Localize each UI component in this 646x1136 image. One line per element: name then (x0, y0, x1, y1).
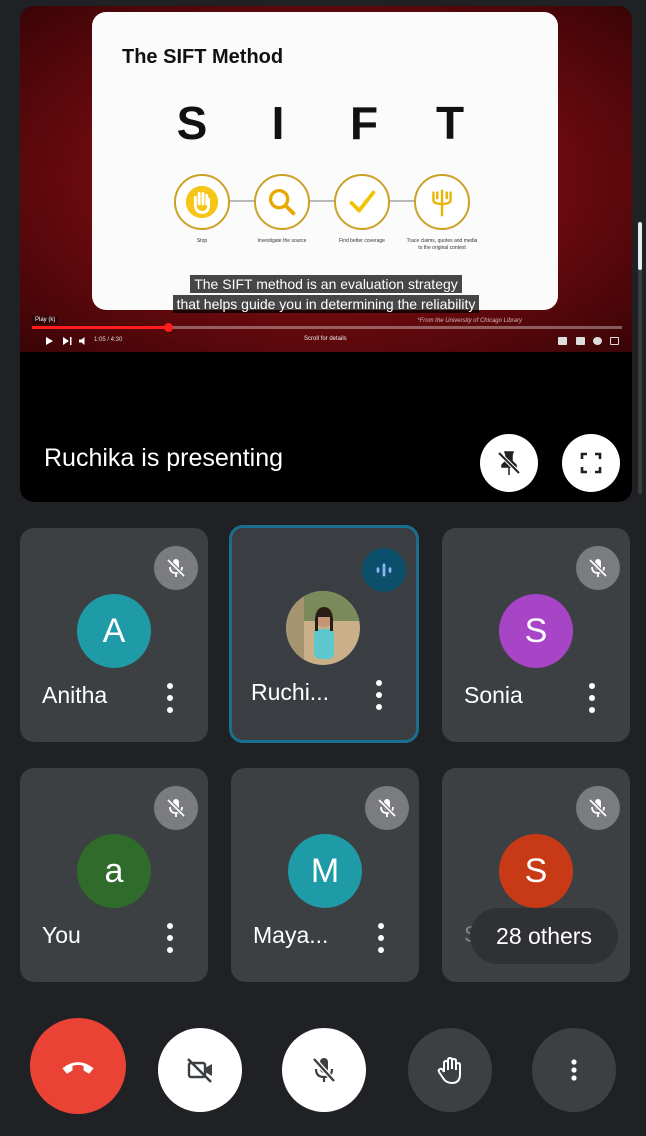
more-vert-icon[interactable] (580, 680, 604, 716)
presentation-panel[interactable]: The SIFT Method S I F T Stop Investigate… (20, 6, 632, 502)
slide-title: The SIFT Method (122, 46, 284, 68)
subtitles-icon[interactable] (558, 337, 567, 345)
caption-line-2: that helps guide you in determining the … (172, 295, 480, 313)
avatar: a (77, 834, 151, 908)
sift-letters: S I F T (162, 96, 482, 156)
participant-name: You (42, 922, 81, 948)
check-icon (334, 174, 390, 230)
participant-name: Maya... (253, 922, 329, 948)
sift-letter-f: F (349, 97, 379, 149)
more-vert-icon[interactable] (367, 677, 391, 713)
end-call-icon (62, 1062, 94, 1074)
step-caption-stop: Stop (196, 238, 208, 244)
volume-icon[interactable] (78, 336, 88, 346)
video-time: 1:05 / 4:30 (94, 337, 123, 343)
more-options-icon (571, 1059, 577, 1081)
scroll-for-details[interactable]: Scroll for details (304, 336, 347, 342)
more-vert-icon[interactable] (158, 680, 182, 716)
mic-off-icon (312, 1057, 336, 1083)
player-controls: 1:05 / 4:30 Scroll for details (32, 336, 622, 348)
settings-icon[interactable] (576, 337, 585, 345)
participant-name: Sonia (464, 682, 523, 708)
miniplayer-icon[interactable] (593, 337, 602, 345)
play-icon[interactable] (44, 336, 54, 346)
more-options-button[interactable] (532, 1028, 616, 1112)
raise-hand-icon (437, 1057, 461, 1084)
more-vert-icon[interactable] (369, 920, 393, 956)
slide: The SIFT Method S I F T Stop Investigate… (92, 12, 558, 310)
shared-video[interactable]: The SIFT Method S I F T Stop Investigate… (20, 6, 632, 352)
caption-line-1: The SIFT method is an evaluation strateg… (190, 275, 462, 293)
mic-toggle-button[interactable] (282, 1028, 366, 1112)
mic-muted-icon (576, 786, 620, 830)
avatar: A (77, 594, 151, 668)
step-caption-investigate: Investigate the source (257, 238, 307, 244)
trace-icon (414, 174, 470, 230)
video-caption: The SIFT method is an evaluation strateg… (160, 274, 492, 314)
sift-letter-i: I (271, 97, 285, 149)
video-progress-bar[interactable] (32, 323, 622, 332)
participant-name: Ruchi... (251, 679, 329, 705)
avatar: S (499, 834, 573, 908)
more-vert-icon[interactable] (158, 920, 182, 956)
presenting-status: Ruchika is presenting (44, 444, 284, 472)
camera-off-icon (187, 1058, 212, 1083)
unpin-button[interactable] (480, 434, 538, 492)
camera-toggle-button[interactable] (158, 1028, 242, 1112)
scrollbar-thumb[interactable] (638, 222, 642, 270)
fullscreen-icon (580, 452, 602, 474)
unpin-icon (497, 451, 521, 475)
end-call-button[interactable] (30, 1018, 126, 1114)
participant-tile-maya[interactable]: M Maya... (231, 768, 419, 982)
raise-hand-button[interactable] (408, 1028, 492, 1112)
next-icon[interactable] (62, 336, 72, 346)
participant-tile-sonia[interactable]: S Sonia (442, 528, 630, 742)
avatar-photo (286, 591, 360, 665)
slide-credit: *From the University of Chicago Library (417, 318, 522, 324)
play-tooltip: Play (k) (32, 316, 59, 324)
speaking-indicator-icon (362, 548, 406, 592)
avatar: M (288, 834, 362, 908)
magnifier-icon (254, 174, 310, 230)
step-caption-trace: Trace claims, quotes and media to the or… (406, 238, 478, 251)
mic-muted-icon (154, 786, 198, 830)
mic-muted-icon (576, 546, 620, 590)
avatar: S (499, 594, 573, 668)
participant-tile-ruchika[interactable]: Ruchi... (229, 525, 419, 743)
participant-name: Anitha (42, 682, 108, 708)
video-fullscreen-icon[interactable] (610, 337, 619, 345)
progress-scrubber[interactable] (163, 323, 173, 332)
participant-tile-anitha[interactable]: A Anitha (20, 528, 208, 742)
mic-muted-icon (154, 546, 198, 590)
sift-letter-t: T (435, 97, 465, 149)
step-caption-find: Find better coverage (339, 238, 385, 244)
mic-muted-icon (365, 786, 409, 830)
fullscreen-button[interactable] (562, 434, 620, 492)
participant-tile-you[interactable]: a You (20, 768, 208, 982)
progress-fill (32, 326, 168, 329)
others-button[interactable]: 28 others (470, 908, 618, 964)
stop-hand-icon (174, 174, 230, 230)
sift-letter-s: S (176, 97, 208, 149)
